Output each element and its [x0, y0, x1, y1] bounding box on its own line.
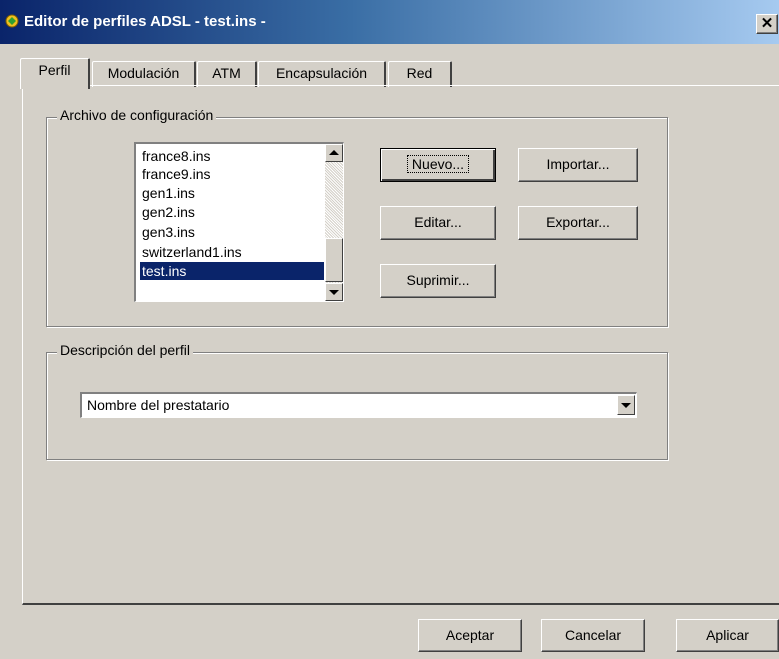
tab-panel-perfil — [22, 85, 779, 605]
tab-modulacion[interactable]: Modulación — [92, 61, 196, 87]
ok-button[interactable]: Aceptar — [418, 619, 522, 652]
tab-atm[interactable]: ATM — [197, 61, 257, 87]
tab-encapsulacion[interactable]: Encapsulación — [258, 61, 386, 87]
close-button[interactable]: ✕ — [756, 14, 778, 34]
close-icon: ✕ — [760, 15, 774, 32]
tab-label: Modulación — [107, 65, 180, 81]
adsl-app-icon — [5, 14, 19, 28]
title-bar[interactable]: Editor de perfiles ADSL - test.ins - ✕ — [0, 0, 779, 44]
tab-red[interactable]: Red — [388, 61, 452, 87]
apply-button[interactable]: Aplicar — [676, 619, 779, 652]
dialog-window: Editor de perfiles ADSL - test.ins - ✕ P… — [0, 0, 779, 659]
tab-label: Encapsulación — [275, 65, 368, 81]
tab-label: ATM — [212, 65, 241, 81]
tab-perfil[interactable]: Perfil — [20, 58, 90, 89]
window-title: Editor de perfiles ADSL - test.ins - — [24, 13, 266, 30]
ok-button-label: Aceptar — [445, 627, 495, 643]
cancel-button[interactable]: Cancelar — [541, 619, 645, 652]
tab-label: Perfil — [38, 62, 71, 78]
cancel-button-label: Cancelar — [564, 627, 622, 643]
apply-button-label: Aplicar — [706, 627, 749, 643]
tab-label: Red — [406, 65, 433, 81]
